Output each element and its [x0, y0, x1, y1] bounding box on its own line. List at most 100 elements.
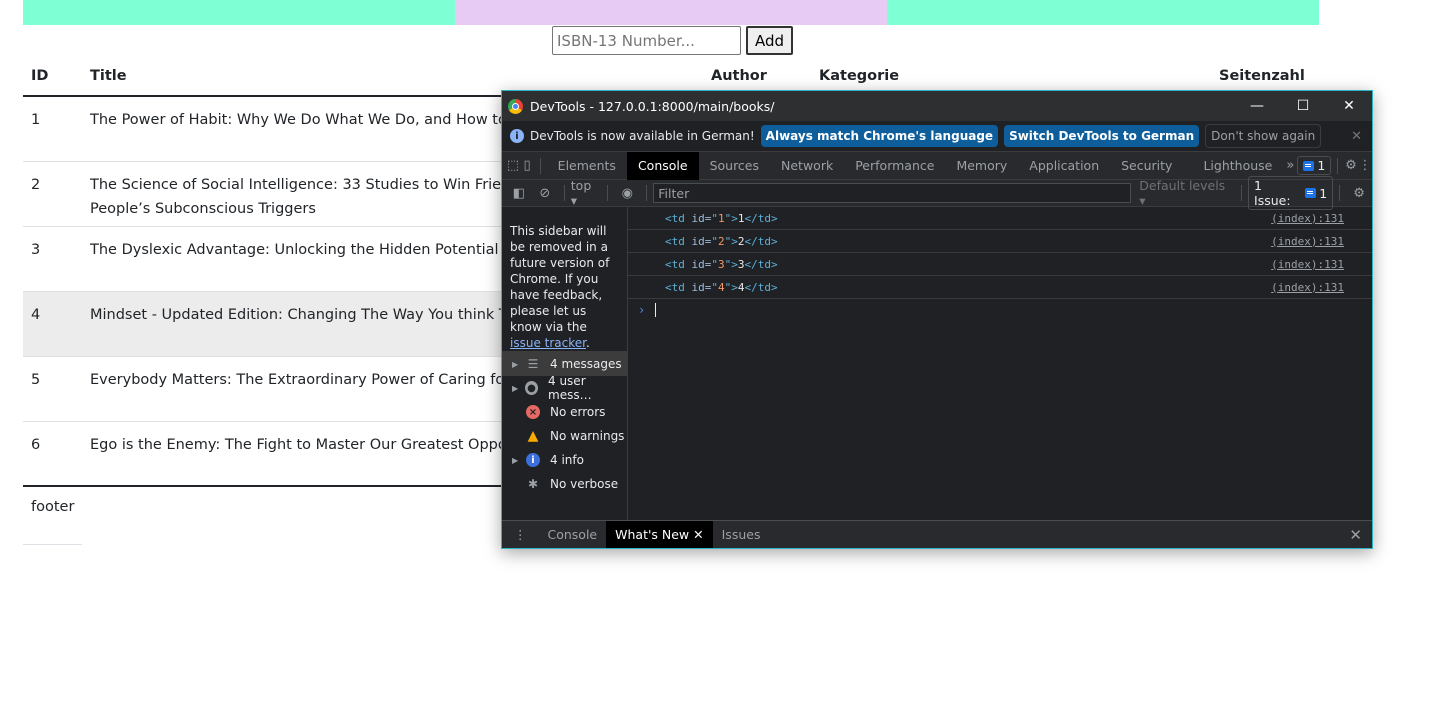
log-source-link[interactable]: (index):131: [1271, 235, 1344, 248]
cell-id: 5: [23, 356, 82, 422]
switch-to-german-button[interactable]: Switch DevTools to German: [1004, 125, 1200, 147]
info-icon: i: [510, 129, 524, 143]
inspect-element-icon[interactable]: ⬚: [506, 158, 520, 173]
infobar-message: DevTools is now available in German!: [530, 129, 755, 143]
log-message: <td id="4">4</td>: [665, 280, 778, 294]
sidebar-note-end: .: [585, 336, 590, 350]
cell-id: 2: [23, 161, 82, 227]
console-sidebar: This sidebar will be removed in a future…: [502, 207, 628, 520]
log-source-link[interactable]: (index):131: [1271, 258, 1344, 271]
separator: [607, 185, 609, 201]
maximize-button[interactable]: ☐: [1280, 91, 1326, 121]
tab-network[interactable]: Network: [770, 152, 844, 180]
log-message: <td id="1">1</td>: [665, 211, 778, 225]
devtools-titlebar[interactable]: DevTools - 127.0.0.1:8000/main/books/ — …: [502, 91, 1372, 121]
list-icon: ☰: [527, 357, 539, 371]
separator: [1241, 185, 1243, 201]
separator: [540, 157, 541, 174]
console-prompt[interactable]: ›: [628, 299, 1372, 321]
console-log-row: <td id="1">1</td> (index):131: [628, 207, 1372, 230]
sidebar-item-label: 4 user mess…: [548, 374, 592, 402]
tab-console[interactable]: Console: [626, 151, 699, 180]
drawer-tab-console[interactable]: Console: [539, 521, 607, 548]
log-levels-label: Default levels: [1139, 178, 1226, 193]
sidebar-item-errors[interactable]: × No errors: [502, 400, 627, 424]
bug-icon: ✱: [527, 477, 539, 491]
sidebar-item-warnings[interactable]: ▲ No warnings: [502, 424, 627, 448]
isbn-input[interactable]: [552, 26, 741, 55]
console-settings-gear-icon[interactable]: ⚙: [1346, 186, 1372, 201]
sidebar-item-label: No errors: [550, 405, 606, 419]
sidebar-item-label: 4 messages: [550, 357, 622, 371]
device-toolbar-icon[interactable]: ▯: [520, 158, 534, 173]
expand-triangle-icon[interactable]: ▶: [512, 360, 526, 369]
console-filterbar: ◧ ⊘ top ▾ ◉ Default levels ▾ 1 Issue: 1 …: [502, 176, 1372, 210]
sidebar-item-label: No verbose: [550, 477, 619, 491]
message-icon: [1303, 160, 1315, 171]
live-expression-eye-icon[interactable]: ◉: [614, 186, 640, 201]
issue-tracker-link[interactable]: issue tracker: [510, 336, 586, 350]
tab-application[interactable]: Application: [1018, 152, 1110, 180]
message-icon: [1305, 188, 1317, 198]
separator: [563, 185, 565, 201]
settings-gear-icon[interactable]: ⚙: [1344, 158, 1358, 173]
issues-counter-button[interactable]: 1 Issue: 1: [1248, 176, 1334, 210]
tab-memory[interactable]: Memory: [945, 152, 1018, 180]
sidebar-item-messages[interactable]: ▶ ☰ 4 messages: [502, 352, 627, 376]
dont-show-again-button[interactable]: Don't show again: [1205, 124, 1322, 148]
tab-security[interactable]: Security: [1110, 152, 1183, 180]
tab-sources[interactable]: Sources: [699, 152, 770, 180]
log-message: <td id="2">2</td>: [665, 234, 778, 248]
close-tab-icon[interactable]: ✕: [693, 527, 703, 542]
sidebar-item-info[interactable]: ▶ i 4 info: [502, 448, 627, 472]
page-footer: footer: [23, 487, 82, 545]
drawer-tab-whats-new[interactable]: What's New ✕: [606, 521, 713, 548]
sidebar-deprecation-note: This sidebar will be removed in a future…: [502, 207, 627, 352]
devtools-drawer: ⋮ Console What's New ✕ Issues ✕: [502, 520, 1372, 548]
more-tabs-icon[interactable]: »: [1283, 158, 1297, 173]
language-infobar: i DevTools is now available in German! A…: [502, 121, 1372, 152]
tab-performance[interactable]: Performance: [844, 152, 945, 180]
kebab-menu-icon[interactable]: ⋮: [1358, 158, 1372, 173]
header-id: ID: [23, 58, 82, 97]
sidebar-item-label: 4 info: [550, 453, 584, 467]
expand-triangle-icon[interactable]: ▶: [512, 456, 526, 465]
user-icon: ●: [525, 381, 538, 395]
log-message: <td id="3">3</td>: [665, 257, 778, 271]
console-body: This sidebar will be removed in a future…: [502, 207, 1372, 520]
issues-counter-count: 1: [1319, 185, 1328, 201]
context-selector[interactable]: top ▾: [571, 178, 602, 208]
devtools-window-title: DevTools - 127.0.0.1:8000/main/books/: [530, 98, 775, 114]
expand-triangle-icon[interactable]: ▶: [512, 384, 525, 393]
devtools-panel-tabs: ⬚ ▯ Elements Console Sources Network Per…: [502, 151, 1372, 180]
sidebar-item-verbose[interactable]: ✱ No verbose: [502, 472, 627, 496]
console-output: <td id="1">1</td> (index):131 <td id="2"…: [628, 207, 1372, 520]
issues-badge[interactable]: 1: [1297, 156, 1332, 175]
clear-console-icon[interactable]: ⊘: [532, 186, 558, 201]
console-filter-input[interactable]: [653, 183, 1132, 203]
separator: [646, 185, 648, 201]
isbn-form: Add: [552, 26, 794, 55]
toggle-sidebar-icon[interactable]: ◧: [506, 186, 532, 201]
drawer-tab-label: What's New: [615, 527, 690, 542]
drawer-tab-issues[interactable]: Issues: [713, 521, 770, 548]
sidebar-item-user-messages[interactable]: ▶ ● 4 user mess…: [502, 374, 627, 402]
log-source-link[interactable]: (index):131: [1271, 281, 1344, 294]
cell-id: 6: [23, 421, 82, 487]
add-button[interactable]: Add: [746, 26, 794, 55]
cell-id: 3: [23, 226, 82, 292]
console-log-row: <td id="2">2</td> (index):131: [628, 230, 1372, 253]
log-levels-dropdown[interactable]: Default levels ▾: [1139, 178, 1235, 208]
always-match-language-button[interactable]: Always match Chrome's language: [760, 125, 999, 147]
infobar-close-icon[interactable]: ✕: [1351, 129, 1362, 144]
tab-elements[interactable]: Elements: [547, 152, 627, 180]
header-strip-center: [455, 0, 887, 25]
issues-counter-label: 1 Issue:: [1254, 178, 1291, 208]
log-source-link[interactable]: (index):131: [1271, 212, 1344, 225]
minimize-button[interactable]: —: [1234, 91, 1280, 121]
header-strip-right: [887, 0, 1319, 25]
drawer-close-icon[interactable]: ✕: [1349, 526, 1362, 544]
prompt-chevron-icon: ›: [638, 303, 646, 317]
close-window-button[interactable]: ✕: [1326, 91, 1372, 121]
drawer-menu-icon[interactable]: ⋮: [502, 521, 539, 548]
